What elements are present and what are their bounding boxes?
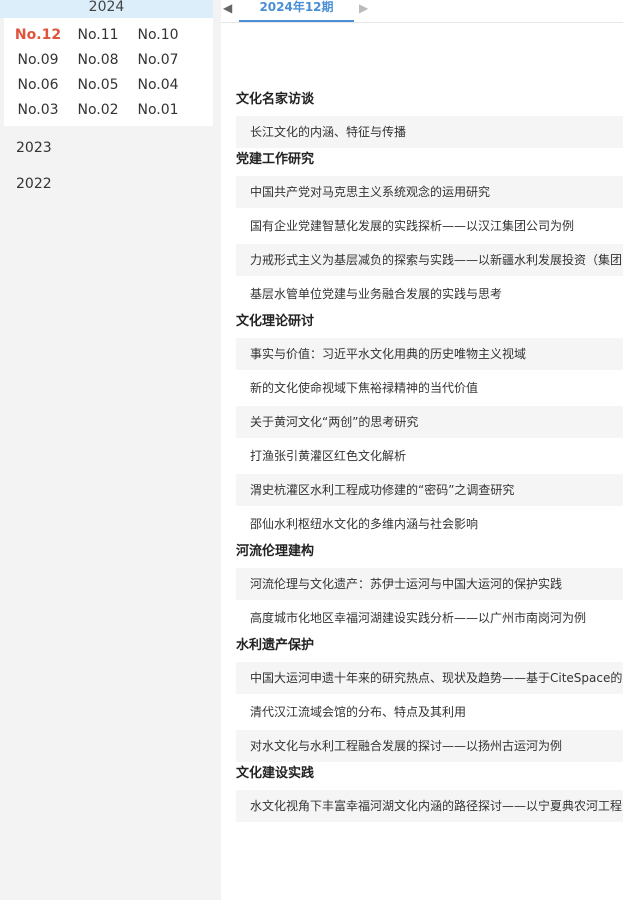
issue-row: No.03 No.02 No.01	[4, 97, 213, 122]
prev-arrow-icon[interactable]: ◀	[223, 1, 232, 15]
issue-tabbar: ◀ 2024年12期 ▶	[221, 0, 623, 23]
article-link[interactable]: 长江文化的内涵、特征与传播	[236, 116, 623, 148]
article-link[interactable]: 基层水管单位党建与业务融合发展的实践与思考	[236, 278, 623, 310]
issue-grid: No.12 No.11 No.10 No.09 No.08 No.07 No.06 No.05…	[4, 18, 213, 126]
issue-link[interactable]: No.11	[68, 27, 128, 43]
issue-link[interactable]: No.03	[8, 102, 68, 118]
article-link[interactable]: 邵仙水利枢纽水文化的多维内涵与社会影响	[236, 508, 623, 540]
article-link[interactable]: 河流伦理与文化遗产：苏伊士运河与中国大运河的保护实践	[236, 568, 623, 600]
section-title: 党建工作研究	[236, 152, 315, 167]
toc-section: 文化建设实践水文化视角下丰富幸福河湖文化内涵的路径探讨——以宁夏典农河工程	[221, 764, 623, 822]
main-panel: ◀ 2024年12期 ▶ 文化名家访谈长江文化的内涵、特征与传播党建工作研究中国…	[221, 0, 623, 900]
section-title: 河流伦理建构	[236, 544, 315, 559]
year-list: 2023 2022	[0, 130, 213, 202]
issue-sidebar: 2024 No.12 No.11 No.10 No.09 No.08 No.07 No.06…	[0, 0, 213, 900]
current-year-header[interactable]: 2024	[0, 0, 213, 18]
issue-link[interactable]: No.02	[68, 102, 128, 118]
year-item[interactable]: 2023	[0, 130, 213, 166]
article-link[interactable]: 水文化视角下丰富幸福河湖文化内涵的路径探讨——以宁夏典农河工程	[236, 790, 623, 822]
article-link[interactable]: 国有企业党建智慧化发展的实践探析——以汉江集团公司为例	[236, 210, 623, 242]
issue-link[interactable]: No.04	[128, 77, 188, 93]
issue-link[interactable]: No.10	[128, 27, 188, 43]
article-link[interactable]: 渭史杭灌区水利工程成功修建的“密码”之调查研究	[236, 474, 623, 506]
article-link[interactable]: 高度城市化地区幸福河湖建设实践分析——以广州市南岗河为例	[236, 602, 623, 634]
issue-link[interactable]: No.08	[68, 52, 128, 68]
article-link[interactable]: 事实与价值：习近平水文化用典的历史唯物主义视域	[236, 338, 623, 370]
issue-link[interactable]: No.07	[128, 52, 188, 68]
article-link[interactable]: 关于黄河文化“两创”的思考研究	[236, 406, 623, 438]
toc-section: 文化名家访谈长江文化的内涵、特征与传播	[221, 90, 623, 148]
issue-link[interactable]: No.09	[8, 52, 68, 68]
article-link[interactable]: 力戒形式主义为基层减负的探索与实践——以新疆水利发展投资（集团	[236, 244, 623, 276]
issue-link[interactable]: No.05	[68, 77, 128, 93]
article-link[interactable]: 对水文化与水利工程融合发展的探讨——以扬州古运河为例	[236, 730, 623, 762]
toc-section: 党建工作研究中国共产党对马克思主义系统观念的运用研究 国有企业党建智慧化发展的实践…	[221, 150, 623, 310]
article-link[interactable]: 中国共产党对马克思主义系统观念的运用研究	[236, 176, 623, 208]
article-link[interactable]: 打渔张引黄灌区红色文化解析	[236, 440, 623, 472]
article-link[interactable]: 中国大运河申遗十年来的研究热点、现状及趋势——基于CiteSpace的	[236, 662, 623, 694]
section-title: 文化理论研讨	[236, 314, 315, 329]
issue-row: No.06 No.05 No.04	[4, 72, 213, 97]
section-title: 文化建设实践	[236, 766, 315, 781]
article-link[interactable]: 清代汉江流域会馆的分布、特点及其利用	[236, 696, 623, 728]
toc-section: 文化理论研讨事实与价值：习近平水文化用典的历史唯物主义视域 新的文化使命视域下焦裕…	[221, 312, 623, 540]
section-title: 文化名家访谈	[236, 92, 315, 107]
issue-row: No.12 No.11 No.10	[4, 22, 213, 47]
issue-link[interactable]: No.01	[128, 102, 188, 118]
tab-current-issue[interactable]: 2024年12期	[239, 0, 354, 22]
section-title: 水利遗产保护	[236, 638, 315, 653]
issue-link[interactable]: No.12	[8, 27, 68, 43]
year-item[interactable]: 2022	[0, 166, 213, 202]
article-link[interactable]: 新的文化使命视域下焦裕禄精神的当代价值	[236, 372, 623, 404]
toc-section: 河流伦理建构河流伦理与文化遗产：苏伊士运河与中国大运河的保护实践 高度城市化地区幸…	[221, 542, 623, 634]
table-of-contents: 文化名家访谈长江文化的内涵、特征与传播党建工作研究中国共产党对马克思主义系统观念…	[221, 23, 623, 822]
issue-row: No.09 No.08 No.07	[4, 47, 213, 72]
next-arrow-icon[interactable]: ▶	[359, 1, 368, 15]
issue-link[interactable]: No.06	[8, 77, 68, 93]
toc-section: 水利遗产保护中国大运河申遗十年来的研究热点、现状及趋势——基于CiteSpace…	[221, 636, 623, 762]
